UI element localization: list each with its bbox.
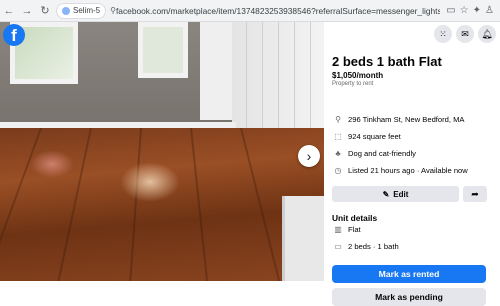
address-bar[interactable]: ⚲ facebook.com/marketplace/item/13748232… <box>110 3 440 19</box>
bell-icon[interactable]: 🔔︎ <box>478 25 496 43</box>
reload-icon: ↻ <box>40 5 50 17</box>
pencil-icon: ✎ <box>382 189 390 199</box>
pets-row: ♣ Dog and cat-friendly <box>332 149 416 158</box>
edit-button-label: Edit <box>393 189 409 199</box>
mark-as-pending-button[interactable]: Mark as pending <box>332 288 486 306</box>
beds-baths-text: 2 beds · 1 bath <box>348 242 399 251</box>
square-footage-icon: ⬚ <box>334 132 342 141</box>
address-text: 296 Tinkham St, New Bedford, MA <box>348 115 465 124</box>
arrow-left-icon: ← <box>3 4 15 17</box>
mark-as-pending-label: Mark as pending <box>375 292 443 302</box>
photo-light-reflection <box>120 162 180 202</box>
next-photo-button[interactable]: › <box>298 145 320 167</box>
extensions-icon[interactable]: ✦ <box>473 5 481 16</box>
browser-toolbar: ← → ↻ Selim-5 ⚲ facebook.com/marketplace… <box>0 0 500 22</box>
profile-icon[interactable]: ♙ <box>485 5 494 16</box>
address-row: ⚲ 296 Tinkham St, New Bedford, MA <box>332 115 465 124</box>
listing-price: $1,050/month <box>332 71 384 80</box>
browser-actions: ▭ ☆ ✦ ♙ <box>446 5 500 16</box>
listed-row: ◷ Listed 21 hours ago · Available now <box>332 166 468 175</box>
mark-as-rented-button[interactable]: Mark as rented <box>332 265 486 283</box>
facebook-logo-letter: f <box>11 26 17 45</box>
install-app-icon[interactable]: ▭ <box>446 5 455 16</box>
listing-title: 2 beds 1 bath Flat <box>332 54 442 69</box>
mark-as-rented-label: Mark as rented <box>378 269 440 279</box>
facebook-logo[interactable]: f <box>3 24 25 46</box>
menu-grid-icon[interactable]: ⁙ <box>434 25 452 43</box>
url-text: facebook.com/marketplace/item/1374823253… <box>115 5 441 16</box>
forward-button[interactable]: → <box>18 0 36 22</box>
unit-details-heading: Unit details <box>332 213 378 223</box>
profile-chip[interactable]: Selim-5 <box>56 2 107 19</box>
bed-icon: ▭ <box>334 242 342 251</box>
location-pin-icon: ⚲ <box>335 115 341 124</box>
unit-type-row: ▥ Flat <box>332 225 361 234</box>
listing-photo-viewer[interactable] <box>0 22 324 281</box>
listing-actions: ✎ Edit ➦ <box>332 186 487 202</box>
size-text: 924 square feet <box>348 132 401 141</box>
profile-label: Selim-5 <box>73 6 101 15</box>
reload-button[interactable]: ↻ <box>36 0 54 22</box>
paw-icon: ♣ <box>335 149 341 158</box>
listed-text: Listed 21 hours ago · Available now <box>348 166 468 175</box>
bookmark-star-icon[interactable]: ☆ <box>460 5 469 16</box>
profile-avatar-icon <box>62 6 70 15</box>
header-icons: ⁙ ✉ 🔔︎ <box>434 25 496 43</box>
clock-icon: ◷ <box>334 166 342 175</box>
unit-type-text: Flat <box>348 225 361 234</box>
share-arrow-icon: ➦ <box>471 188 479 199</box>
share-button[interactable]: ➦ <box>463 186 487 202</box>
photo-light-reflection <box>30 150 74 178</box>
arrow-right-icon: → <box>21 4 33 17</box>
photo-window <box>138 22 188 78</box>
listing-category: Property to rent <box>332 81 374 87</box>
chevron-right-icon: › <box>306 148 312 164</box>
edit-button[interactable]: ✎ Edit <box>332 186 459 202</box>
building-icon: ▥ <box>334 225 342 234</box>
back-button[interactable]: ← <box>0 0 18 22</box>
pets-text: Dog and cat-friendly <box>348 149 416 158</box>
size-row: ⬚ 924 square feet <box>332 132 401 141</box>
photo-furniture-edge <box>282 196 324 281</box>
listing-details-panel: ⁙ ✉ 🔔︎ 2 beds 1 bath Flat $1,050/month P… <box>324 22 500 306</box>
beds-baths-row: ▭ 2 beds · 1 bath <box>332 242 399 251</box>
messenger-icon[interactable]: ✉ <box>456 25 474 43</box>
